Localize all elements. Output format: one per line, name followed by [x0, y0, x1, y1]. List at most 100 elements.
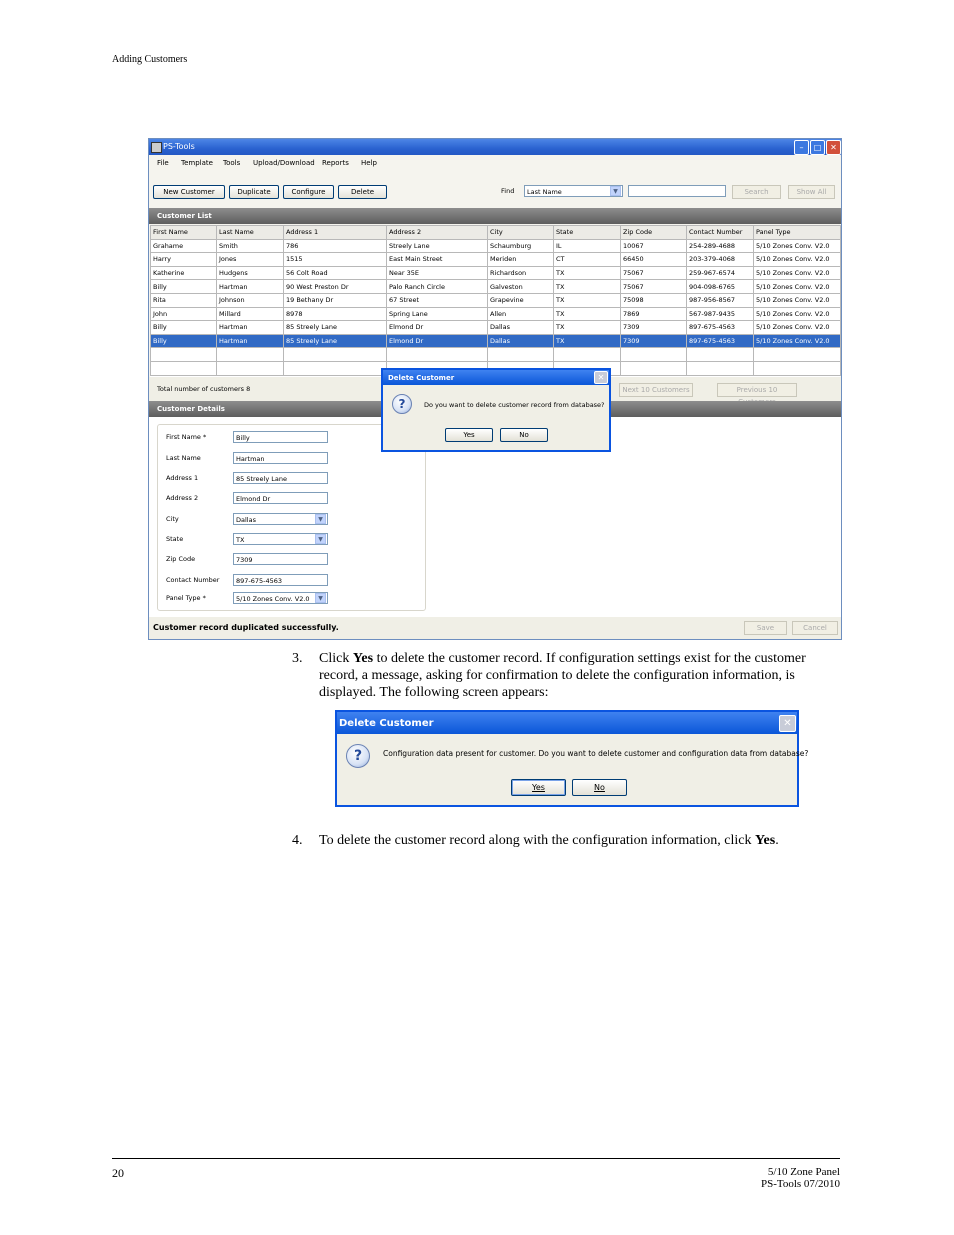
field-input[interactable]: Elmond Dr [233, 492, 328, 504]
minimize-icon[interactable]: – [794, 140, 809, 155]
field-dropdown[interactable]: Dallas ▼ [233, 513, 328, 525]
new-customer-button[interactable]: New Customer [153, 185, 225, 199]
table-cell: Smith [216, 238, 284, 254]
table-cell [283, 347, 387, 362]
close-icon[interactable]: ✕ [594, 371, 608, 384]
table-row[interactable]: Grahame Smith 786 Streely Lane Schaumburg IL 1… [150, 238, 841, 254]
table-cell [553, 347, 621, 362]
table-cell: Streely Lane [386, 238, 488, 254]
table-cell [620, 360, 687, 376]
no-button[interactable]: No [572, 779, 627, 796]
yes-button[interactable]: Yes [511, 779, 566, 796]
table-cell: Johnson [216, 292, 284, 308]
field-input[interactable]: 7309 [233, 553, 328, 565]
field-input[interactable]: Billy [233, 431, 328, 443]
menu-help[interactable]: Help [361, 159, 377, 167]
table-cell: TX [553, 306, 621, 322]
table-cell: Harry [150, 252, 217, 267]
show-all-button[interactable]: Show All [788, 185, 835, 199]
window-title: PS-Tools [163, 142, 195, 151]
field-value: 7309 [236, 556, 253, 564]
title-bar: PS-Tools – □ ✕ [149, 139, 841, 155]
close-icon[interactable]: ✕ [826, 140, 841, 155]
step-3-bold: Yes [352, 651, 374, 666]
menu-upload-download[interactable]: Upload/Download [253, 159, 315, 167]
table-cell: TX [553, 292, 621, 308]
column-header[interactable]: Contact Number [686, 225, 754, 240]
chevron-down-icon[interactable]: ▼ [610, 186, 621, 196]
save-button[interactable]: Save [744, 621, 787, 635]
dialog2-title: Delete Customer [339, 718, 434, 729]
chevron-down-icon[interactable]: ▼ [315, 593, 326, 603]
table-cell: 7309 [620, 333, 687, 349]
table-cell: 5/10 Zones Conv. V2.0 [753, 238, 841, 254]
menu-tools[interactable]: Tools [223, 159, 240, 167]
delete-button[interactable]: Delete [338, 185, 387, 199]
table-row[interactable] [150, 347, 841, 362]
yes-button[interactable]: Yes [445, 428, 493, 442]
field-label: Zip Code [166, 555, 196, 563]
field-input[interactable]: 85 Streely Lane [233, 472, 328, 484]
no-button[interactable]: No [500, 428, 548, 442]
table-cell: Billy [150, 320, 217, 335]
column-header[interactable]: Panel Type [753, 225, 841, 240]
find-by-dropdown[interactable]: Last Name ▼ [524, 185, 623, 197]
table-cell: Grapevine [487, 292, 554, 308]
menu-reports[interactable]: Reports [322, 159, 349, 167]
column-header[interactable]: Address 2 [386, 225, 488, 240]
table-row[interactable]: Billy Hartman 90 West Preston Dr Palo Ranch… [150, 279, 841, 294]
search-input[interactable] [628, 185, 726, 197]
column-header[interactable]: Zip Code [620, 225, 687, 240]
table-cell [386, 347, 488, 362]
duplicate-button[interactable]: Duplicate [229, 185, 279, 199]
configure-button[interactable]: Configure [283, 185, 334, 199]
table-row[interactable]: Harry Jones 1515 East Main Street Meriden CT 6… [150, 252, 841, 267]
find-by-value: Last Name [527, 188, 562, 196]
chevron-down-icon[interactable]: ▼ [315, 514, 326, 524]
table-row[interactable]: Billy Hartman 85 Streely Lane Elmond Dr Dall… [150, 333, 841, 349]
step-3-number: 3. [292, 651, 303, 666]
customer-list-header: Customer List [149, 208, 841, 224]
column-header[interactable]: City [487, 225, 554, 240]
column-header[interactable]: Address 1 [283, 225, 387, 240]
table-cell: 85 Streely Lane [283, 333, 387, 349]
field-dropdown[interactable]: TX ▼ [233, 533, 328, 545]
table-cell: IL [553, 238, 621, 254]
column-header[interactable]: State [553, 225, 621, 240]
table-cell [620, 347, 687, 362]
field-input[interactable]: 897-675-4563 [233, 574, 328, 586]
table-row[interactable]: John Millard 8978 Spring Lane Allen TX 7869 567… [150, 306, 841, 322]
close-icon[interactable]: ✕ [779, 715, 796, 732]
menu-file[interactable]: File [157, 159, 169, 167]
table-cell: 75098 [620, 292, 687, 308]
table-cell: Palo Ranch Circle [386, 279, 488, 294]
field-input[interactable]: Hartman [233, 452, 328, 464]
next-customers-button[interactable]: Next 10 Customers [619, 383, 693, 397]
field-dropdown[interactable]: 5/10 Zones Conv. V2.0 ▼ [233, 592, 328, 604]
field-value: TX [236, 536, 245, 544]
column-header[interactable]: Last Name [216, 225, 284, 240]
step-3-post: to delete the customer record. If config… [319, 651, 806, 700]
table-cell [216, 360, 284, 376]
footer-divider [112, 1158, 840, 1159]
step-3-pre: Click [319, 651, 353, 666]
table-cell: Elmond Dr [386, 333, 488, 349]
table-row[interactable]: Billy Hartman 85 Streely Lane Elmond Dr Dall… [150, 320, 841, 335]
table-row[interactable]: Katherine Hudgens 56 Colt Road Near 35E Rich… [150, 265, 841, 281]
column-header[interactable]: First Name [150, 225, 217, 240]
search-button[interactable]: Search [732, 185, 781, 199]
maximize-icon[interactable]: □ [810, 140, 825, 155]
table-cell: East Main Street [386, 252, 488, 267]
field-label: State [166, 535, 184, 543]
menu-template[interactable]: Template [181, 159, 213, 167]
footer-info: 5/10 Zone Panel PS-Tools 07/2010 [761, 1166, 840, 1190]
table-cell: 5/10 Zones Conv. V2.0 [753, 306, 841, 322]
table-cell: 10067 [620, 238, 687, 254]
table-row[interactable]: Rita Johnson 19 Bethany Dr 67 Street Grapevi… [150, 292, 841, 308]
menu-bar: File Template Tools Upload/Download Repo… [149, 156, 841, 170]
cancel-button[interactable]: Cancel [792, 621, 838, 635]
table-cell: Millard [216, 306, 284, 322]
chevron-down-icon[interactable]: ▼ [315, 534, 326, 544]
previous-customers-button[interactable]: Previous 10 Customers [717, 383, 797, 406]
step-4-post: . [775, 833, 779, 848]
